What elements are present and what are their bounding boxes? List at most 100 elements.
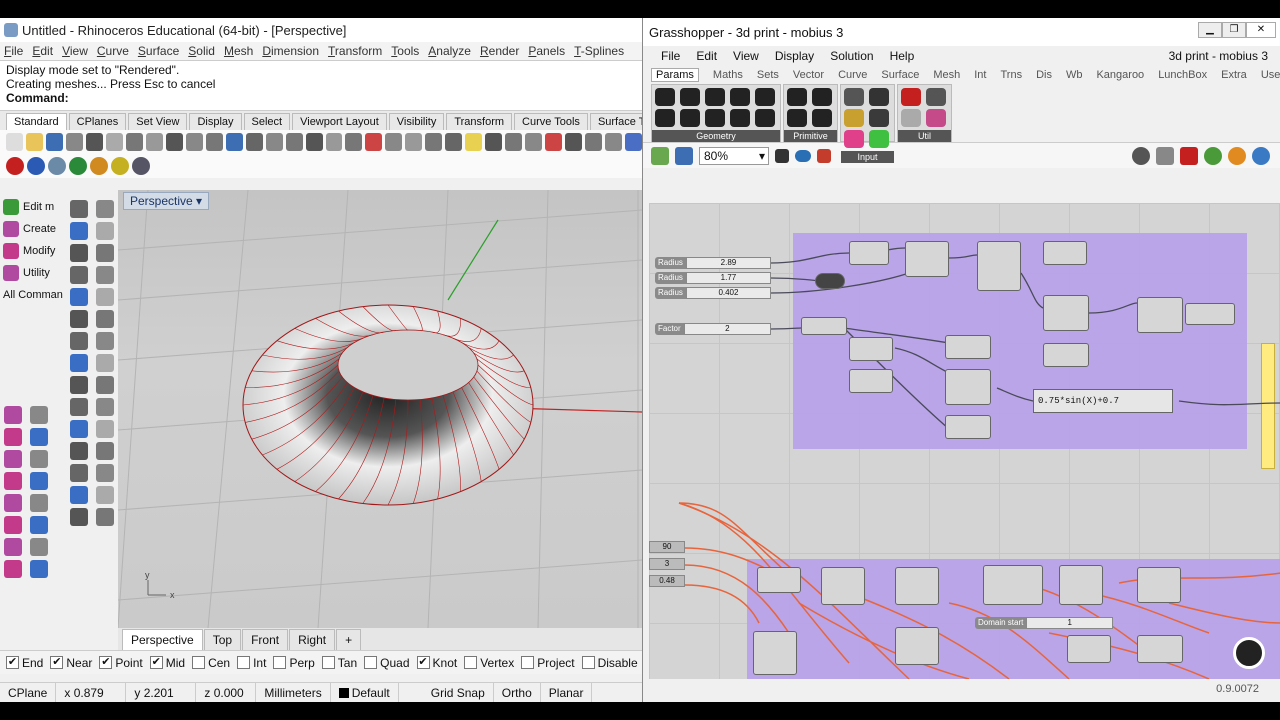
center-component[interactable] bbox=[1043, 241, 1087, 265]
tool-icon[interactable] bbox=[70, 442, 88, 460]
maximize-button[interactable]: ❐ bbox=[1222, 22, 1246, 38]
tool-icon[interactable] bbox=[96, 442, 114, 460]
number-slider-2[interactable]: Radius 0.402 bbox=[655, 287, 771, 299]
tool-icon[interactable] bbox=[4, 428, 22, 446]
osnap-checkbox[interactable]: ✔ bbox=[416, 656, 430, 669]
render-tool-icon[interactable] bbox=[111, 157, 129, 175]
standard-tool-icon[interactable] bbox=[145, 133, 163, 151]
osnap-int[interactable]: Int bbox=[237, 656, 266, 670]
standard-tool-icon[interactable] bbox=[405, 133, 423, 151]
expression-component[interactable]: 0.75*sin(X)+0.7 bbox=[1033, 389, 1173, 413]
tab-set-view[interactable]: Set View bbox=[128, 113, 188, 130]
sketch-icon[interactable] bbox=[817, 148, 831, 163]
loft-component[interactable] bbox=[1185, 303, 1235, 325]
tool-icon[interactable] bbox=[30, 494, 48, 512]
tool-icon[interactable] bbox=[4, 472, 22, 490]
slider-bar[interactable]: 0.402 bbox=[685, 287, 771, 299]
viewport-label[interactable]: Perspective ▾ bbox=[123, 192, 210, 210]
preview-eye-icon[interactable] bbox=[795, 149, 811, 162]
vector-component-lower[interactable] bbox=[983, 565, 1043, 605]
circle-component-lower[interactable] bbox=[757, 567, 801, 593]
number-value[interactable]: 3 bbox=[649, 558, 685, 570]
component-icon[interactable] bbox=[812, 88, 832, 106]
component-icon[interactable] bbox=[705, 109, 725, 127]
gh-tab-trns[interactable]: Trns bbox=[1000, 69, 1022, 81]
component-icon[interactable] bbox=[812, 109, 832, 127]
component-icon[interactable] bbox=[730, 109, 750, 127]
tab-transform[interactable]: Transform bbox=[446, 113, 513, 130]
gh-canvas[interactable]: Radius 2.89 Radius 1.77 Radius 0.402 Factor 2 0… bbox=[649, 203, 1280, 679]
standard-tool-icon[interactable] bbox=[485, 133, 503, 151]
lower-number-1[interactable]: 3 bbox=[649, 558, 685, 570]
tool-icon[interactable] bbox=[30, 560, 48, 578]
tool-icon[interactable] bbox=[96, 244, 114, 262]
component-icon[interactable] bbox=[730, 88, 750, 106]
gh-tab-wb[interactable]: Wb bbox=[1066, 69, 1083, 81]
component-icon[interactable] bbox=[705, 88, 725, 106]
minimize-button[interactable]: ▁ bbox=[1198, 22, 1222, 38]
standard-tool-icon[interactable] bbox=[45, 133, 63, 151]
standard-tool-icon[interactable] bbox=[425, 133, 443, 151]
tab-select[interactable]: Select bbox=[243, 113, 291, 130]
render-tool-icon[interactable] bbox=[69, 157, 87, 175]
standard-tool-icon[interactable] bbox=[605, 133, 623, 151]
menu-item-render[interactable]: Render bbox=[480, 44, 519, 58]
negative-component[interactable] bbox=[849, 369, 893, 393]
tab-visibility[interactable]: Visibility bbox=[388, 113, 445, 130]
component-icon[interactable] bbox=[869, 109, 889, 127]
domain-slider[interactable]: Domain start 1 bbox=[975, 617, 1113, 629]
sweep-component-lower[interactable] bbox=[1137, 567, 1181, 603]
menu-item-transform[interactable]: Transform bbox=[328, 44, 382, 58]
tool-icon[interactable] bbox=[70, 288, 88, 306]
standard-tool-icon[interactable] bbox=[265, 133, 283, 151]
viewport-tab-top[interactable]: Top bbox=[203, 629, 242, 650]
tool-icon[interactable] bbox=[70, 486, 88, 504]
osnap-checkbox[interactable] bbox=[464, 656, 478, 669]
osnap-near[interactable]: ✔ Near bbox=[50, 656, 92, 670]
tool-icon[interactable] bbox=[30, 472, 48, 490]
menu-item-mesh[interactable]: Mesh bbox=[224, 44, 253, 58]
tool-icon[interactable] bbox=[70, 420, 88, 438]
standard-tool-icon[interactable] bbox=[465, 133, 483, 151]
gh-menu-edit[interactable]: Edit bbox=[696, 49, 717, 63]
gh-tab-extra[interactable]: Extra bbox=[1221, 69, 1247, 81]
osnap-checkbox[interactable] bbox=[192, 656, 206, 669]
zoom-select[interactable]: 80% ▾ bbox=[699, 146, 769, 165]
divide-component-2[interactable] bbox=[945, 415, 991, 439]
standard-tool-icon[interactable] bbox=[525, 133, 543, 151]
standard-tool-icon[interactable] bbox=[285, 133, 303, 151]
multiply-component[interactable] bbox=[849, 337, 893, 361]
rotate-component-lower-2[interactable] bbox=[895, 627, 939, 665]
tool-icon[interactable] bbox=[70, 200, 88, 218]
lower-number-0[interactable]: 90 bbox=[649, 541, 685, 553]
standard-tool-icon[interactable] bbox=[65, 133, 83, 151]
tool-icon[interactable] bbox=[96, 354, 114, 372]
gh-tab-vector[interactable]: Vector bbox=[793, 69, 824, 81]
curve-component-lower[interactable] bbox=[821, 567, 865, 605]
units-status[interactable]: Millimeters bbox=[256, 683, 331, 702]
tab-cplanes[interactable]: CPlanes bbox=[68, 113, 127, 130]
standard-tool-icon[interactable] bbox=[85, 133, 103, 151]
tool-icon[interactable] bbox=[96, 398, 114, 416]
osnap-quad[interactable]: Quad bbox=[364, 656, 410, 670]
wireframe-icon[interactable] bbox=[1156, 146, 1174, 165]
sweep-component[interactable] bbox=[1137, 297, 1183, 333]
tool-icon[interactable] bbox=[70, 464, 88, 482]
menu-item-tools[interactable]: Tools bbox=[391, 44, 419, 58]
osnap-tan[interactable]: Tan bbox=[321, 656, 357, 670]
gh-tab-sets[interactable]: Sets bbox=[757, 69, 779, 81]
standard-tool-icon[interactable] bbox=[545, 133, 563, 151]
component-icon[interactable] bbox=[844, 109, 864, 127]
number-param[interactable] bbox=[815, 273, 845, 289]
component-icon[interactable] bbox=[755, 88, 775, 106]
tab-viewport-layout[interactable]: Viewport Layout bbox=[292, 113, 387, 130]
viewport-tab-add[interactable]: + bbox=[336, 629, 362, 650]
tool-icon[interactable] bbox=[96, 376, 114, 394]
component-icon[interactable] bbox=[844, 88, 864, 106]
component-icon[interactable] bbox=[926, 109, 946, 127]
osnap-project[interactable]: Project bbox=[521, 656, 575, 670]
osnap-knot[interactable]: ✔ Knot bbox=[416, 656, 457, 670]
gh-tab-mesh[interactable]: Mesh bbox=[933, 69, 960, 81]
ortho-toggle[interactable]: Ortho bbox=[494, 683, 541, 702]
osnap-disable[interactable]: Disable bbox=[581, 656, 638, 670]
